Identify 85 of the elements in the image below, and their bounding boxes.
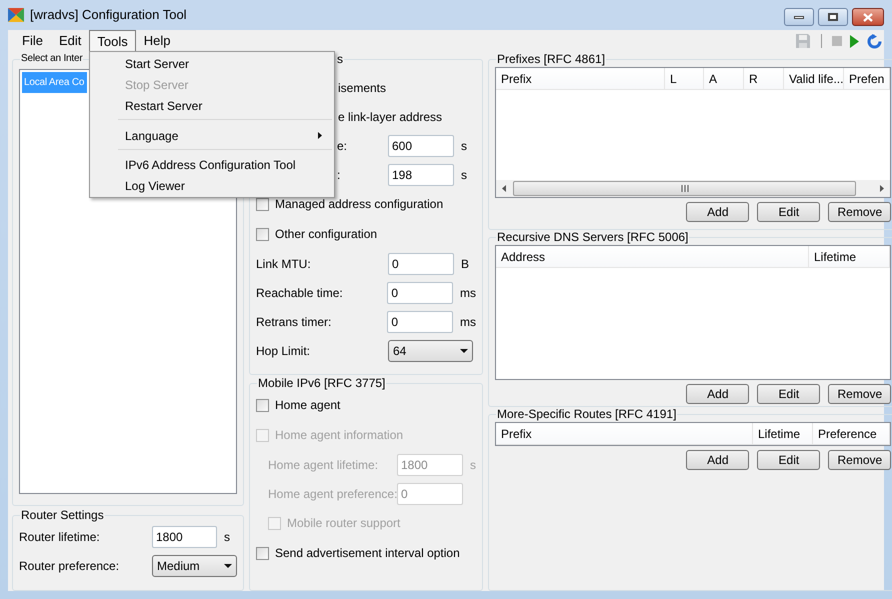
field-label: Home agent lifetime:: [268, 456, 378, 474]
column-header[interactable]: A: [704, 68, 744, 89]
action-button[interactable]: Edit: [757, 202, 820, 222]
submenu-arrow-icon: [318, 132, 322, 140]
list-view[interactable]: Prefix Lifetime Preference: [495, 422, 892, 446]
list-view[interactable]: Prefix L A R Valid life... Prefen: [495, 67, 892, 198]
grip-icon: [680, 185, 689, 192]
play-icon[interactable]: [850, 34, 859, 48]
checkbox-label: Managed address configuration: [275, 196, 444, 213]
column-header[interactable]: Address: [496, 246, 809, 267]
input-field[interactable]: 198: [388, 164, 454, 186]
field-label: :: [337, 166, 340, 184]
field-label: e:: [337, 138, 348, 154]
field-label: Link MTU:: [256, 256, 311, 272]
column-header[interactable]: Prefix: [496, 423, 753, 444]
checkbox-label: Send advertisement interval option: [275, 545, 460, 562]
menu-item[interactable]: Edit: [50, 30, 90, 52]
group-title: More-Specific Routes [RFC 4191]: [496, 407, 678, 421]
column-header[interactable]: Lifetime: [753, 423, 813, 444]
caret-icon: [460, 348, 468, 352]
column-header[interactable]: L: [665, 68, 704, 89]
refresh-icon[interactable]: [867, 34, 882, 48]
maximize-button[interactable]: [818, 8, 848, 26]
input-field[interactable]: 600: [388, 134, 454, 156]
action-button[interactable]: Edit: [757, 384, 820, 404]
group-title: Select an Inter: [20, 52, 84, 66]
app-icon: [8, 8, 24, 22]
action-button[interactable]: Add: [686, 202, 750, 222]
group-title: Recursive DNS Servers [RFC 5006]: [496, 230, 690, 244]
checkbox[interactable]: [256, 228, 269, 240]
input-field[interactable]: 0: [388, 252, 454, 274]
caret-icon: [224, 564, 232, 568]
close-button[interactable]: [852, 8, 884, 26]
column-header[interactable]: R: [744, 68, 784, 89]
unit-label: s: [461, 138, 467, 154]
unit-label: s: [461, 166, 467, 184]
checkbox-label: Home agent: [275, 397, 340, 414]
field-label: Reachable time:: [256, 284, 343, 302]
checkbox-label: Mobile router support: [287, 515, 400, 532]
field-label: Home agent preference:: [268, 486, 398, 502]
action-button[interactable]: Edit: [757, 450, 820, 470]
unit-label: s: [470, 456, 476, 474]
menu-item[interactable]: Help: [136, 30, 178, 52]
minimize-button[interactable]: [784, 8, 814, 26]
horizontal-scrollbar[interactable]: [496, 180, 890, 197]
list-view[interactable]: Address Lifetime: [495, 245, 892, 380]
scrollbar-thumb[interactable]: [513, 181, 856, 196]
column-header[interactable]: Lifetime: [809, 246, 890, 267]
column-header[interactable]: Valid life...: [784, 68, 844, 89]
checkbox[interactable]: [256, 198, 269, 210]
field-label: Router lifetime:: [19, 528, 100, 546]
action-button[interactable]: Remove: [828, 450, 892, 470]
unit-label: B: [461, 256, 470, 272]
group-title: Mobile IPv6 [RFC 3775]: [257, 376, 386, 390]
action-button[interactable]: Remove: [828, 202, 892, 222]
action-button[interactable]: Add: [686, 384, 750, 404]
window-title: [wradvs] Configuration Tool: [30, 6, 187, 24]
group-title: Prefixes [RFC 4861]: [496, 52, 606, 66]
menu-item[interactable]: File: [14, 30, 51, 52]
unit-label: ms: [460, 284, 476, 302]
menu-item[interactable]: Tools: [89, 30, 136, 52]
checkbox-label: Other configuration: [275, 226, 378, 243]
action-button[interactable]: Add: [686, 450, 750, 470]
action-button[interactable]: Remove: [828, 384, 892, 404]
group-title: s: [336, 52, 344, 66]
checkbox-label: Home agent information: [275, 427, 404, 444]
unit-label: ms: [460, 314, 476, 330]
column-header[interactable]: Prefix: [496, 68, 665, 89]
dropdown[interactable]: 64: [388, 340, 473, 362]
checkbox[interactable]: [256, 546, 269, 560]
option-label: isements: [338, 80, 386, 96]
column-header[interactable]: Preference: [813, 423, 890, 444]
group-title: Router Settings: [20, 508, 105, 522]
input-field[interactable]: 0: [387, 310, 453, 332]
close-icon: [863, 12, 873, 22]
field-label: Hop Limit:: [256, 342, 310, 360]
option-label: e link-layer address: [338, 108, 442, 126]
input-field[interactable]: 1800: [152, 526, 217, 548]
dropdown[interactable]: Medium: [152, 554, 237, 576]
input-field[interactable]: 0: [387, 282, 453, 304]
column-header[interactable]: Prefen: [844, 68, 890, 89]
checkbox[interactable]: [256, 398, 269, 412]
unit-label: s: [224, 528, 230, 546]
field-label: Retrans timer:: [256, 314, 332, 330]
field-label: Router preference:: [19, 558, 120, 574]
